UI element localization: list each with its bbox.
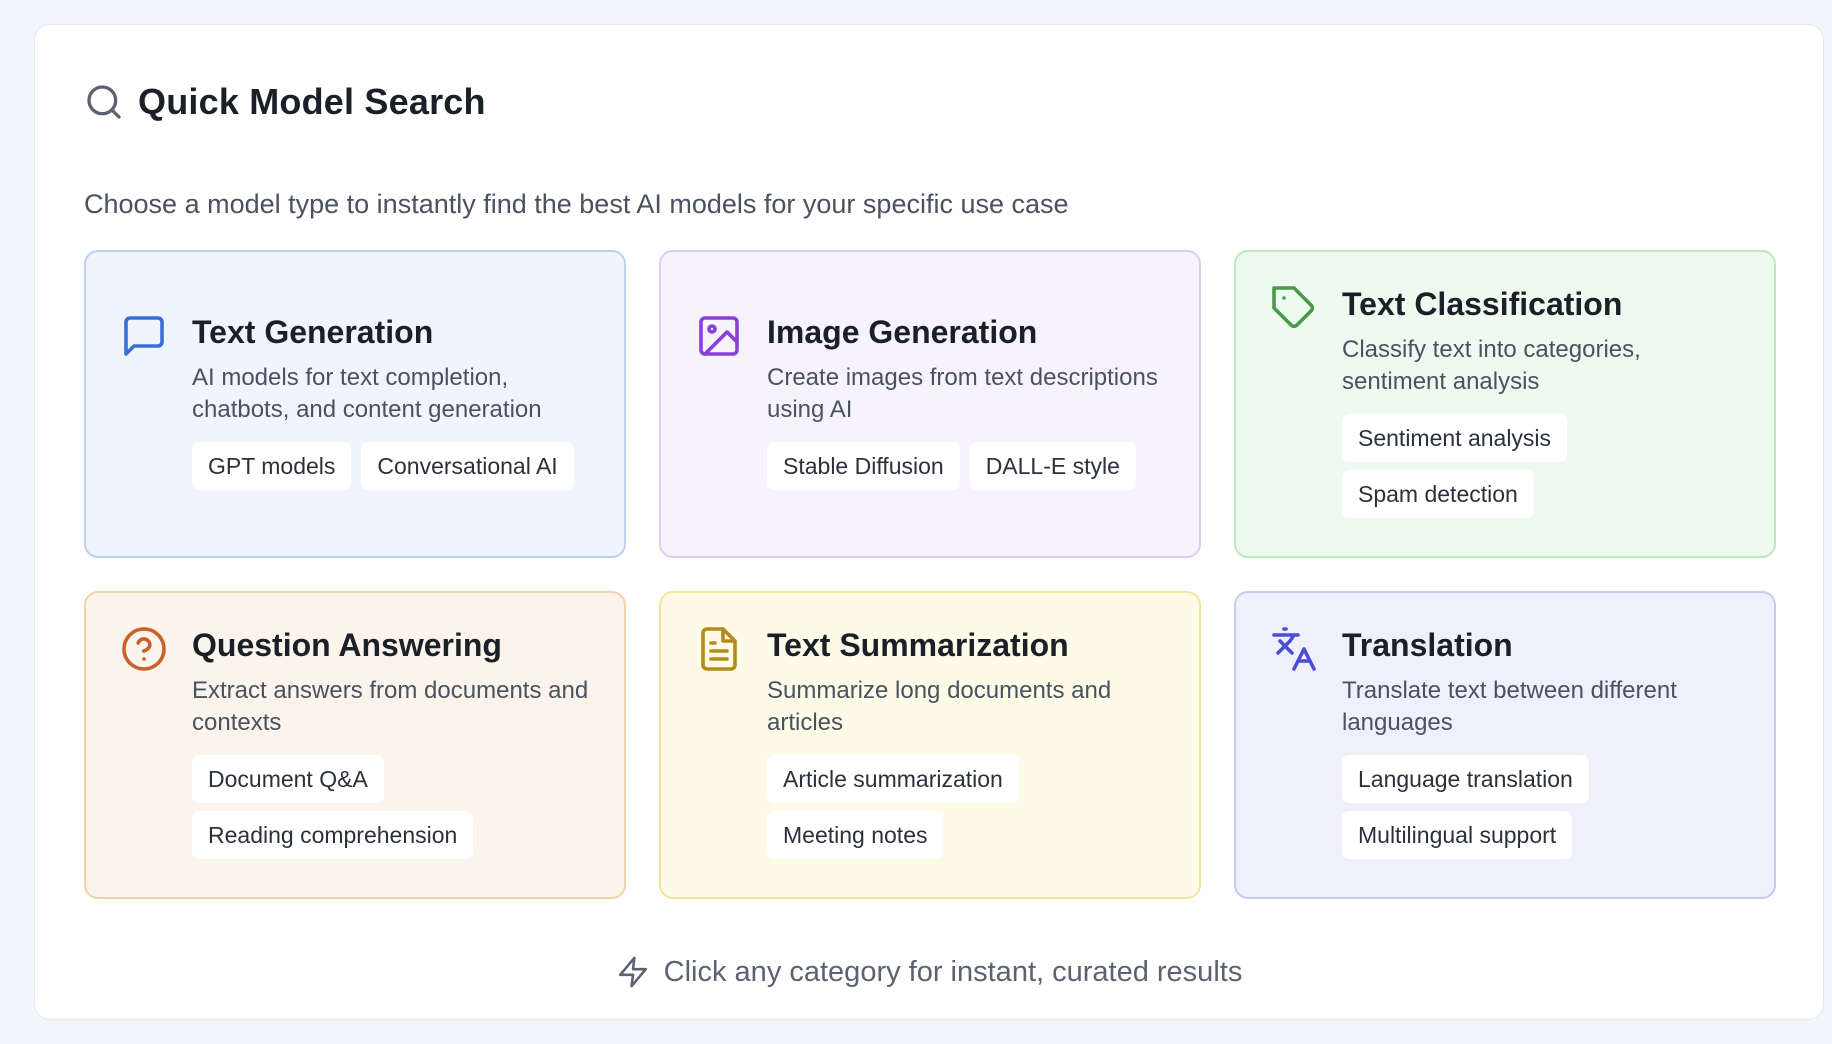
card-tag[interactable]: Spam detection	[1342, 470, 1534, 518]
card-description: Extract answers from documents and conte…	[192, 677, 589, 736]
card-tags: Language translation Multilingual suppor…	[1342, 755, 1746, 859]
model-search-panel: Quick Model Search Choose a model type t…	[34, 24, 1824, 1020]
card-tag[interactable]: Multilingual support	[1342, 811, 1573, 859]
category-card-text-generation[interactable]: Text Generation AI models for text compl…	[84, 250, 626, 558]
card-tags: Document Q&A Reading comprehension	[192, 755, 596, 859]
footer-text: Click any category for instant, curated …	[663, 955, 1243, 988]
card-title: Text Classification	[1342, 286, 1623, 322]
languages-icon	[1270, 625, 1318, 673]
card-title: Text Summarization	[767, 627, 1069, 663]
category-card-question-answering[interactable]: Question Answering Extract answers from …	[84, 591, 626, 899]
card-description: Summarize long documents and articles	[767, 677, 1112, 736]
card-tags: Sentiment analysis Spam detection	[1342, 414, 1746, 518]
card-tag[interactable]: Reading comprehension	[192, 811, 474, 859]
category-card-translation[interactable]: Translation Translate text between diffe…	[1234, 591, 1776, 899]
card-tags: Stable Diffusion DALL-E style	[767, 442, 1171, 490]
page-subtitle: Choose a model type to instantly find th…	[84, 189, 1069, 219]
card-tag[interactable]: Stable Diffusion	[767, 442, 960, 490]
footer-hint: Click any category for instant, curated …	[35, 955, 1823, 989]
card-tag[interactable]: Document Q&A	[192, 755, 384, 803]
card-description: Create images from text descriptions usi…	[767, 364, 1158, 423]
card-tag[interactable]: DALL-E style	[969, 442, 1136, 490]
card-title: Image Generation	[767, 314, 1038, 350]
card-description: Translate text between different languag…	[1342, 677, 1677, 736]
card-tag[interactable]: Article summarization	[767, 755, 1019, 803]
card-tags: Article summarization Meeting notes	[767, 755, 1171, 859]
search-icon	[84, 82, 124, 122]
page-title: Quick Model Search	[138, 81, 486, 122]
panel-header: Quick Model Search	[84, 81, 486, 123]
card-title: Question Answering	[192, 627, 502, 663]
image-icon	[695, 312, 743, 360]
card-tag[interactable]: Conversational AI	[361, 442, 574, 490]
card-description: AI models for text completion, chatbots,…	[192, 364, 542, 423]
card-title: Translation	[1342, 627, 1513, 663]
card-description: Classify text into categories, sentiment…	[1342, 336, 1641, 395]
message-square-icon	[120, 312, 168, 360]
zap-icon	[616, 955, 650, 989]
category-card-image-generation[interactable]: Image Generation Create images from text…	[659, 250, 1201, 558]
card-title: Text Generation	[192, 314, 434, 350]
file-text-icon	[695, 625, 743, 673]
card-tags: GPT models Conversational AI	[192, 442, 596, 490]
card-tag[interactable]: Sentiment analysis	[1342, 414, 1568, 462]
category-card-text-summarization[interactable]: Text Summarization Summarize long docume…	[659, 591, 1201, 899]
tag-icon	[1270, 284, 1318, 332]
help-circle-icon	[120, 625, 168, 673]
card-tag[interactable]: Meeting notes	[767, 811, 944, 859]
card-tag[interactable]: GPT models	[192, 442, 352, 490]
card-tag[interactable]: Language translation	[1342, 755, 1589, 803]
category-card-text-classification[interactable]: Text Classification Classify text into c…	[1234, 250, 1776, 558]
